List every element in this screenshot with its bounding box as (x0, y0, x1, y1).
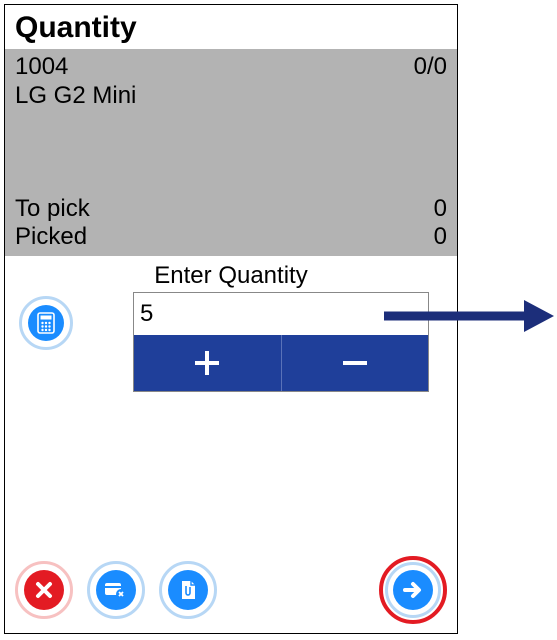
minus-icon (337, 345, 373, 381)
quantity-input[interactable] (134, 293, 428, 335)
cancel-button[interactable] (15, 561, 73, 619)
proceed-outer-ring (385, 562, 441, 618)
calculator-icon (28, 305, 64, 341)
quantity-stepper (133, 292, 429, 392)
document-clip-icon (168, 570, 208, 610)
item-code-row: 1004 0/0 (15, 53, 447, 82)
item-name: LG G2 Mini (15, 82, 447, 111)
discard-button[interactable] (87, 561, 145, 619)
footer-toolbar (5, 555, 457, 633)
item-counter: 0/0 (414, 53, 447, 82)
enter-quantity-label: Enter Quantity (5, 262, 457, 290)
picked-value: 0 (434, 223, 447, 252)
stepper-row (134, 335, 428, 391)
page-title: Quantity (5, 5, 457, 49)
increment-button[interactable] (134, 335, 281, 391)
attachment-button[interactable] (159, 561, 217, 619)
to-pick-label: To pick (15, 195, 90, 224)
quantity-panel: Quantity 1004 0/0 LG G2 Mini To pick 0 P… (4, 4, 458, 634)
info-spacer (15, 111, 447, 195)
to-pick-value: 0 (434, 195, 447, 224)
card-x-icon (96, 570, 136, 610)
picked-row: Picked 0 (15, 223, 447, 252)
x-icon (24, 570, 64, 610)
item-code: 1004 (15, 53, 68, 82)
plus-icon (189, 345, 225, 381)
calculator-button[interactable] (19, 296, 73, 350)
proceed-button[interactable] (379, 556, 447, 624)
decrement-button[interactable] (281, 335, 429, 391)
entry-area: Enter Quantity (5, 256, 457, 555)
to-pick-row: To pick 0 (15, 195, 447, 224)
item-info-block: 1004 0/0 LG G2 Mini To pick 0 Picked 0 (5, 49, 457, 256)
arrow-right-icon (393, 570, 433, 610)
picked-label: Picked (15, 223, 87, 252)
